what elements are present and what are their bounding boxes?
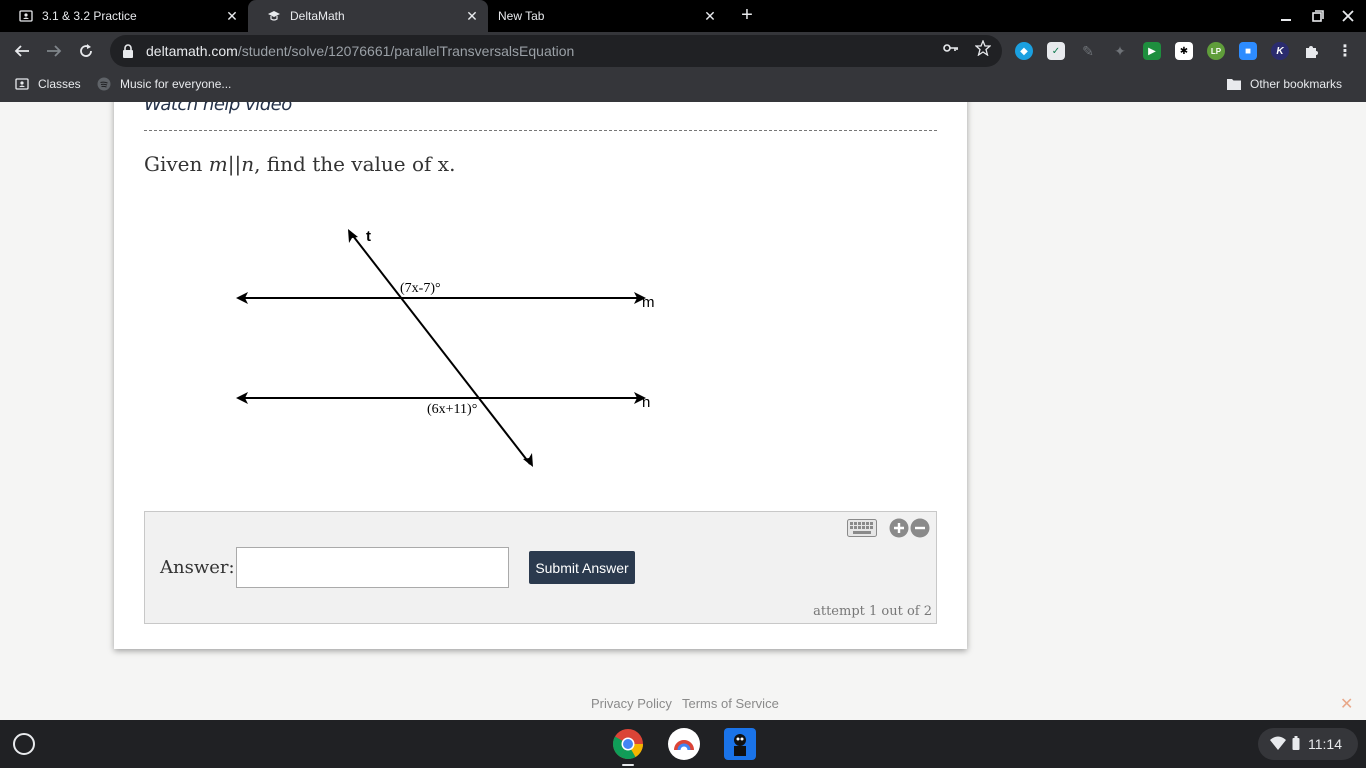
extension-puzzle-gray-icon[interactable]: ✦ <box>1111 42 1129 60</box>
bookmark-label: Classes <box>38 77 81 91</box>
chrome-app-icon[interactable] <box>612 728 644 760</box>
other-bookmarks-label: Other bookmarks <box>1250 77 1343 91</box>
classroom-icon <box>14 76 30 92</box>
tab-strip: 3.1 & 3.2 Practice ✕ DeltaMath ✕ New Tab… <box>0 0 1366 32</box>
zoom-in-icon[interactable] <box>889 518 909 538</box>
forward-icon[interactable] <box>42 39 66 63</box>
math-n: n <box>241 152 255 176</box>
zoom-out-icon[interactable] <box>910 518 930 538</box>
tab-title: New Tab <box>498 9 545 23</box>
minimize-icon[interactable] <box>1276 6 1296 26</box>
tab-practice[interactable]: 3.1 & 3.2 Practice ✕ <box>0 0 248 32</box>
graduation-cap-icon <box>266 8 282 24</box>
privacy-policy-link[interactable]: Privacy Policy <box>591 696 672 711</box>
attempt-counter: attempt 1 out of 2 <box>813 604 932 619</box>
close-icon[interactable]: ✕ <box>1340 694 1353 714</box>
tab-title: DeltaMath <box>290 9 345 23</box>
answer-input[interactable] <box>236 547 509 588</box>
angle-label-top: (7x-7)° <box>400 281 441 296</box>
bookmark-label: Music for everyone... <box>120 77 232 91</box>
url-text: deltamath.com/student/solve/12076661/par… <box>146 43 1002 59</box>
extension-share-icon[interactable]: ✱ <box>1175 42 1193 60</box>
bookmark-music[interactable]: Music for everyone... <box>96 76 231 92</box>
question-prefix: Given <box>144 152 209 176</box>
extension-lp-icon[interactable]: LP <box>1207 42 1225 60</box>
reload-icon[interactable] <box>74 39 98 63</box>
address-bar[interactable]: deltamath.com/student/solve/12076661/par… <box>110 35 1002 67</box>
arrowhead-t-bottom <box>523 453 533 467</box>
folder-icon <box>1226 76 1242 92</box>
page-content: Watch help video Given m||n, find the va… <box>0 102 1366 720</box>
battery-icon <box>1292 735 1300 753</box>
tab-title: 3.1 & 3.2 Practice <box>42 9 137 23</box>
key-icon[interactable] <box>942 39 960 57</box>
tab-new-tab[interactable]: New Tab ✕ <box>488 0 726 32</box>
extension-pen-icon[interactable]: ✎ <box>1079 42 1097 60</box>
launcher-icon[interactable] <box>13 733 35 755</box>
url-path: /student/solve/12076661/parallelTransver… <box>237 43 575 59</box>
label-t: t <box>366 228 371 245</box>
spotify-icon <box>96 76 112 92</box>
bookmarks-bar: Classes Music for everyone... Other book… <box>0 70 1366 98</box>
restore-icon[interactable] <box>1308 6 1328 26</box>
label-n: n <box>642 394 650 411</box>
menu-dots-icon[interactable]: ⋮ <box>1336 42 1354 60</box>
wifi-icon <box>1270 736 1286 753</box>
close-window-icon[interactable] <box>1338 6 1358 26</box>
math-m: m <box>208 152 228 176</box>
keyboard-icon[interactable] <box>847 519 877 537</box>
question-text: Given m||n, find the value of x. <box>144 152 455 176</box>
os-shelf: 11:14 <box>0 720 1366 768</box>
files-app-icon[interactable] <box>668 728 700 760</box>
url-host: deltamath.com <box>146 43 238 59</box>
game-app-icon[interactable] <box>724 728 756 760</box>
extension-zoom-icon[interactable]: ■ <box>1239 42 1257 60</box>
watch-help-video-link[interactable]: Watch help video <box>144 102 292 115</box>
extension-cast-icon[interactable]: ▶ <box>1143 42 1161 60</box>
extension-k-icon[interactable]: K <box>1271 42 1289 60</box>
close-icon[interactable]: ✕ <box>700 6 720 26</box>
extensions-puzzle-icon[interactable] <box>1303 42 1321 60</box>
browser-toolbar: deltamath.com/student/solve/12076661/par… <box>0 32 1366 70</box>
clock-time: 11:14 <box>1308 736 1342 752</box>
active-app-indicator <box>622 764 634 766</box>
lock-icon[interactable] <box>122 44 136 58</box>
tab-deltamath[interactable]: DeltaMath ✕ <box>248 0 488 32</box>
label-m: m <box>642 294 655 311</box>
angle-label-bottom: (6x+11)° <box>427 402 477 417</box>
close-icon[interactable]: ✕ <box>222 6 242 26</box>
terms-of-service-link[interactable]: Terms of Service <box>682 696 779 711</box>
classroom-icon <box>18 8 34 24</box>
new-tab-button[interactable]: + <box>736 5 758 27</box>
back-icon[interactable] <box>10 39 34 63</box>
divider <box>144 130 937 131</box>
answer-panel: Answer: Submit Answer attempt 1 out of 2 <box>144 511 937 624</box>
extension-check-icon[interactable]: ✓ <box>1047 42 1065 60</box>
close-icon[interactable]: ✕ <box>462 6 482 26</box>
answer-label: Answer: <box>160 557 235 578</box>
other-bookmarks[interactable]: Other bookmarks <box>1226 76 1342 92</box>
extension-hex-icon[interactable]: ◆ <box>1015 42 1033 60</box>
parallel-lines-diagram: t m n (7x-7)° (6x+11)° <box>236 228 655 467</box>
submit-answer-button[interactable]: Submit Answer <box>529 551 635 584</box>
transversal-t <box>349 231 531 465</box>
bookmark-classes[interactable]: Classes <box>14 76 81 92</box>
problem-card: Watch help video Given m||n, find the va… <box>114 102 967 649</box>
star-icon[interactable] <box>974 39 992 57</box>
system-tray[interactable]: 11:14 <box>1258 728 1358 760</box>
parallel-symbol: || <box>227 152 242 176</box>
question-suffix: , find the value of x. <box>254 152 456 176</box>
